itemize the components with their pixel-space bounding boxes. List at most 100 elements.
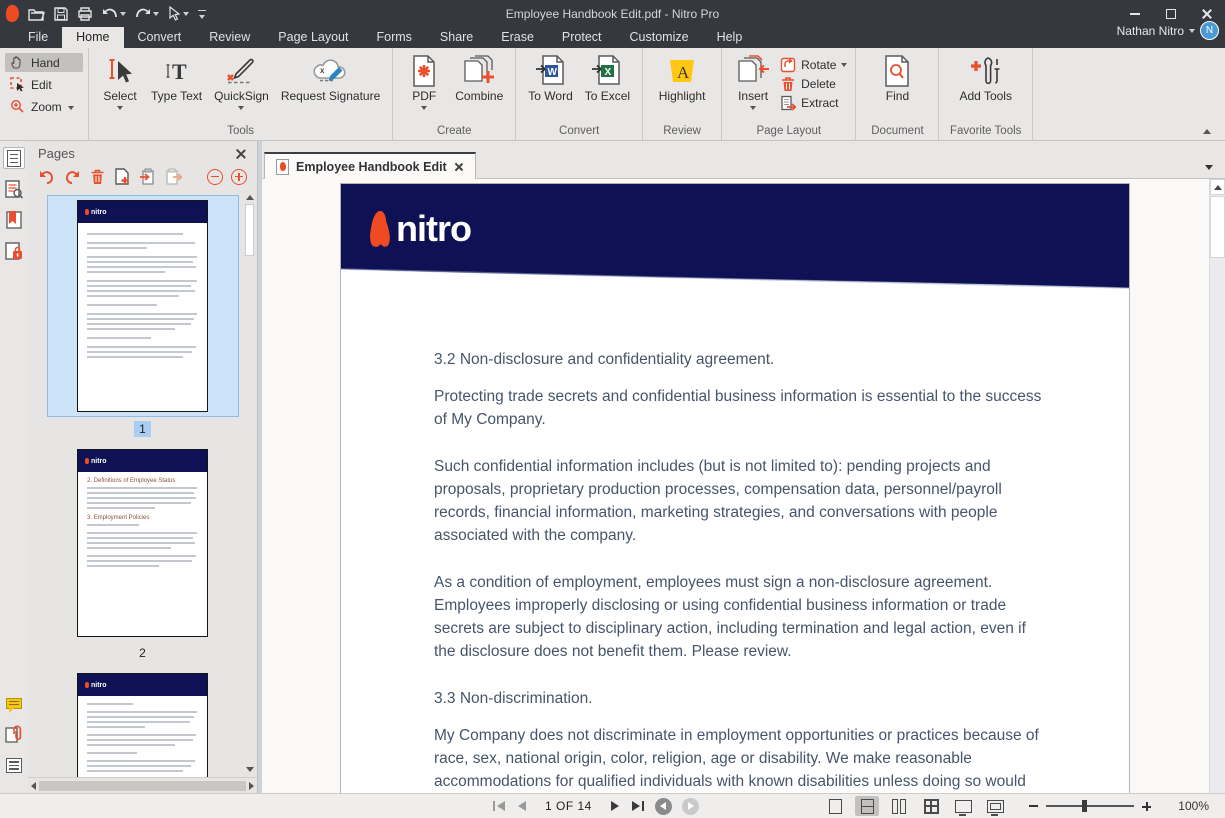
bookmark-icon xyxy=(6,211,22,229)
document-scrollbar[interactable] xyxy=(1209,179,1225,793)
first-page-button[interactable] xyxy=(492,800,506,812)
zoom-slider[interactable] xyxy=(1046,799,1134,813)
tab-review[interactable]: Review xyxy=(195,27,264,48)
type-text-button[interactable]: T Type Text xyxy=(147,53,206,105)
page-indicator[interactable]: 1 OF 14 xyxy=(545,799,592,813)
select-dropdown-caret[interactable] xyxy=(183,12,189,16)
open-button[interactable] xyxy=(28,7,45,21)
facing-continuous-view-button[interactable] xyxy=(919,796,943,816)
edit-tool-button[interactable]: Edit xyxy=(5,75,83,94)
thumbnails-hscrollbar[interactable] xyxy=(28,777,257,793)
collapse-ribbon-button[interactable] xyxy=(1203,129,1211,134)
pages-panel-button[interactable] xyxy=(3,147,25,169)
tab-customize[interactable]: Customize xyxy=(616,27,703,48)
thumbnail-page-1[interactable]: nitro xyxy=(47,195,239,417)
hscrollbar-thumb[interactable] xyxy=(39,781,246,791)
enlarge-thumbnails-button[interactable] xyxy=(231,169,247,185)
pages-panel: Pages nitro xyxy=(28,141,258,793)
fit-page-view-button[interactable] xyxy=(951,796,975,816)
bookmarks-panel-button[interactable] xyxy=(3,209,25,231)
scroll-left-icon[interactable] xyxy=(31,782,36,790)
customize-quick-access-button[interactable] xyxy=(198,12,214,16)
maximize-button[interactable] xyxy=(1153,0,1189,27)
tab-convert[interactable]: Convert xyxy=(124,27,196,48)
add-tools-button[interactable]: Add Tools xyxy=(955,53,1015,105)
close-button[interactable] xyxy=(1189,0,1225,27)
thumbnails-scrollbar[interactable] xyxy=(243,193,256,775)
zoom-tool-button[interactable]: Zoom xyxy=(5,97,83,116)
tab-list-dropdown[interactable] xyxy=(1205,165,1213,170)
find-button[interactable]: Find xyxy=(874,53,920,105)
previous-view-button[interactable] xyxy=(655,798,672,815)
quicksign-button[interactable]: QuickSign xyxy=(210,53,273,112)
extract-page-button[interactable] xyxy=(165,168,182,185)
fit-width-view-button[interactable] xyxy=(983,796,1007,816)
previous-page-button[interactable] xyxy=(516,800,527,812)
scroll-down-icon[interactable] xyxy=(246,767,254,772)
next-view-button[interactable] xyxy=(682,798,699,815)
scroll-right-icon[interactable] xyxy=(249,782,254,790)
minimize-button[interactable] xyxy=(1117,0,1153,27)
close-document-button[interactable] xyxy=(454,162,464,172)
scroll-up-icon[interactable] xyxy=(246,195,254,200)
to-excel-button[interactable]: X To Excel xyxy=(581,53,634,105)
tab-forms[interactable]: Forms xyxy=(362,27,425,48)
attachments-panel-button[interactable] xyxy=(3,723,25,745)
replace-page-button[interactable] xyxy=(139,168,156,185)
redo-dropdown-caret[interactable] xyxy=(153,12,159,16)
highlight-button[interactable]: A Highlight xyxy=(651,53,713,105)
insert-button[interactable]: Insert xyxy=(730,53,776,112)
rotate-button[interactable]: Rotate xyxy=(780,57,847,73)
scrollbar-thumb[interactable] xyxy=(245,204,254,256)
undo-button[interactable] xyxy=(102,8,126,20)
zoom-slider-handle[interactable] xyxy=(1082,800,1087,812)
zoom-in-button[interactable] xyxy=(1142,802,1151,811)
request-signature-button[interactable]: x Request Signature xyxy=(277,53,384,105)
hand-tool-button[interactable]: Hand xyxy=(5,53,83,72)
document-tab[interactable]: Employee Handbook Edit xyxy=(264,152,476,179)
rotate-right-button[interactable] xyxy=(64,169,81,185)
thumbnail-page-2[interactable]: nitro 2. Definitions of Employee Status … xyxy=(47,445,239,641)
output-panel-button[interactable] xyxy=(3,754,25,776)
next-page-button[interactable] xyxy=(610,800,621,812)
select-button[interactable]: Select xyxy=(97,53,143,112)
comments-panel-button[interactable] xyxy=(3,692,25,714)
rotate-left-button[interactable] xyxy=(38,169,55,185)
extract-button[interactable]: Extract xyxy=(780,95,847,111)
tab-protect[interactable]: Protect xyxy=(548,27,616,48)
tab-help[interactable]: Help xyxy=(703,27,757,48)
search-panel-button[interactable] xyxy=(3,178,25,200)
print-button[interactable] xyxy=(77,7,93,21)
tab-erase[interactable]: Erase xyxy=(487,27,548,48)
signatures-panel-button[interactable] xyxy=(3,240,25,262)
document-canvas: nitro 3.2 Non-disclosure and confidentia… xyxy=(262,179,1225,793)
continuous-view-button[interactable] xyxy=(855,796,879,816)
redo-button[interactable] xyxy=(135,8,159,20)
tab-page-layout[interactable]: Page Layout xyxy=(264,27,362,48)
single-page-view-button[interactable] xyxy=(823,796,847,816)
tab-home[interactable]: Home xyxy=(62,27,123,48)
scroll-up-button[interactable] xyxy=(1210,179,1225,195)
tab-file[interactable]: File xyxy=(14,27,62,48)
thumbnail-page-3[interactable]: nitro xyxy=(47,669,239,777)
print-icon xyxy=(77,7,93,21)
combine-button[interactable]: Combine xyxy=(451,53,507,105)
zoom-out-button[interactable] xyxy=(1029,805,1038,807)
undo-dropdown-caret[interactable] xyxy=(120,12,126,16)
close-pages-panel-button[interactable] xyxy=(235,148,247,160)
pdf-button[interactable]: PDF xyxy=(401,53,447,112)
delete-page-button[interactable] xyxy=(90,169,105,185)
to-word-button[interactable]: W To Word xyxy=(524,53,576,105)
insert-page-button[interactable] xyxy=(114,168,130,185)
shrink-thumbnails-button[interactable] xyxy=(207,169,223,185)
tab-share[interactable]: Share xyxy=(426,27,487,48)
zoom-dropdown-caret[interactable] xyxy=(68,106,74,110)
delete-button[interactable]: Delete xyxy=(780,76,847,92)
last-page-button[interactable] xyxy=(631,800,645,812)
zoom-level[interactable]: 100% xyxy=(1175,799,1209,813)
save-button[interactable] xyxy=(54,7,68,21)
document-scrollbar-thumb[interactable] xyxy=(1210,196,1225,258)
select-tool-quick-button[interactable] xyxy=(168,6,189,21)
titlebar: Employee Handbook Edit.pdf - Nitro Pro xyxy=(0,0,1225,27)
facing-view-button[interactable] xyxy=(887,796,911,816)
